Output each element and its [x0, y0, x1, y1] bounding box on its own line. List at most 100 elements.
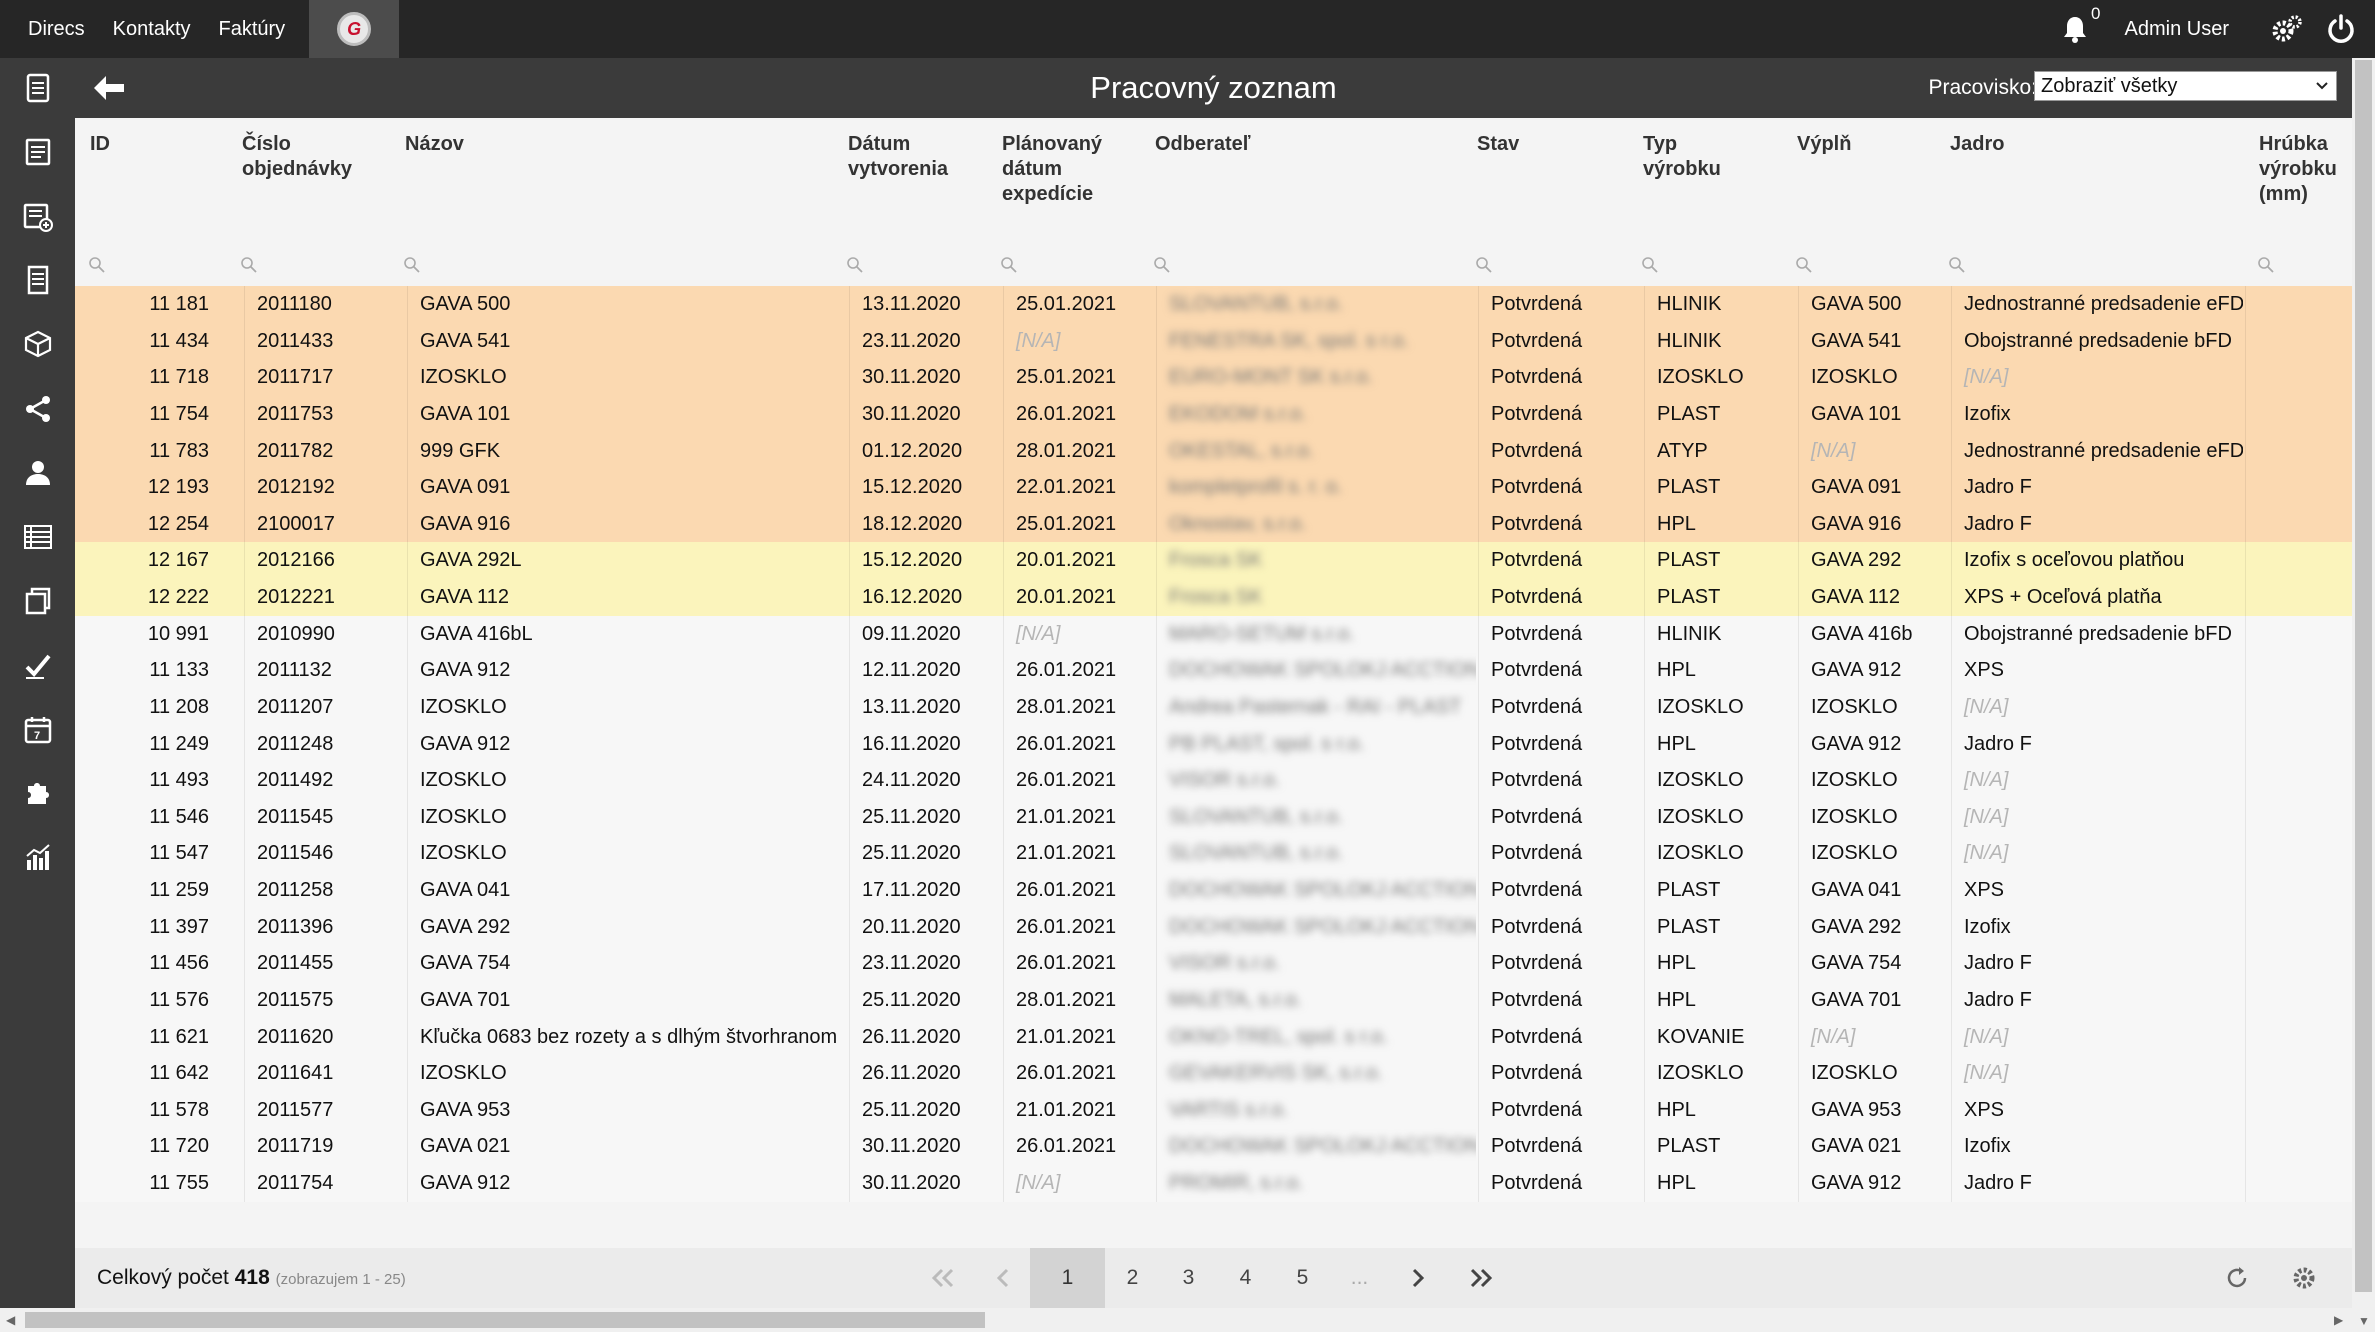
vertical-scrollbar[interactable]: ▼ — [2352, 58, 2375, 1332]
table-row[interactable]: 11 208 2011207 IZOSKLO 13.11.2020 28.01.2021… — [75, 688, 2352, 726]
cell-value: GAVA 091 — [420, 476, 511, 499]
table-settings-button[interactable] — [2279, 1248, 2329, 1308]
gears-icon — [2272, 15, 2302, 42]
table-row[interactable]: 11 181 2011180 GAVA 500 13.11.2020 25.01.202… — [75, 286, 2352, 323]
table-row[interactable]: 11 259 2011258 GAVA 041 17.11.2020 26.01.202… — [75, 872, 2352, 910]
table-row[interactable]: 11 397 2011396 GAVA 292 20.11.2020 26.01.202… — [75, 908, 2352, 946]
column-filter-search-icon[interactable] — [1475, 256, 1495, 276]
sidebar-item-copy[interactable] — [0, 573, 75, 629]
refresh-button[interactable] — [2212, 1248, 2262, 1308]
column-header[interactable]: Hrúbka výrobku (mm) — [2259, 132, 2337, 207]
back-button[interactable] — [89, 70, 129, 106]
page-3-button[interactable]: 3 — [1160, 1248, 1217, 1308]
table-row[interactable]: 11 493 2011492 IZOSKLO 24.11.2020 26.01.2021… — [75, 762, 2352, 800]
column-filter-search-icon[interactable] — [1795, 256, 1815, 276]
cell-value: 11 397 — [149, 915, 209, 938]
page-2-button[interactable]: 2 — [1105, 1248, 1160, 1308]
column-header[interactable]: Stav — [1477, 132, 1519, 157]
column-filter-search-icon[interactable] — [403, 256, 423, 276]
page-4-button[interactable]: 4 — [1217, 1248, 1274, 1308]
scroll-down-arrow-icon[interactable]: ▼ — [2358, 1314, 2370, 1328]
first-page-button[interactable] — [913, 1248, 973, 1308]
page-5-button[interactable]: 5 — [1274, 1248, 1331, 1308]
column-filter-search-icon[interactable] — [1948, 256, 1968, 276]
column-header[interactable]: Typ výrobku — [1643, 132, 1721, 182]
nav-kontakty[interactable]: Kontakty — [99, 0, 205, 58]
workspace-select[interactable]: Zobraziť všetky — [2034, 71, 2337, 101]
column-header[interactable]: Dátum vytvorenia — [848, 132, 948, 182]
table-row[interactable]: 10 991 2010990 GAVA 416bL 09.11.2020 [N/A] MA… — [75, 615, 2352, 653]
table-row[interactable]: 11 456 2011455 GAVA 754 23.11.2020 26.01.202… — [75, 945, 2352, 983]
table-row[interactable]: 11 434 2011433 GAVA 541 23.11.2020 [N/A] FENE… — [75, 322, 2352, 360]
cell-value: Potvrdená — [1491, 1135, 1583, 1158]
table-row[interactable]: 12 222 2012221 GAVA 112 16.12.2020 20.01.202… — [75, 579, 2352, 617]
column-header[interactable]: Plánovaný dátum expedície — [1002, 132, 1102, 207]
cell-order: 2011248 — [244, 725, 404, 763]
column-header[interactable]: Číslo objednávky — [242, 132, 352, 182]
column-filter-search-icon[interactable] — [240, 256, 260, 276]
table-row[interactable]: 12 167 2012166 GAVA 292L 15.12.2020 20.01.20… — [75, 542, 2352, 580]
vertical-scrollbar-thumb[interactable] — [2355, 60, 2372, 1292]
column-filter-search-icon[interactable] — [88, 256, 108, 276]
cell-type: HPL — [1644, 652, 1796, 690]
column-filter-search-icon[interactable] — [846, 256, 866, 276]
sidebar-item-document[interactable] — [0, 60, 75, 116]
table-row[interactable]: 11 621 2011620 Kľučka 0683 bez rozety a s … — [75, 1018, 2352, 1056]
sidebar-item-user[interactable] — [0, 445, 75, 501]
table-row[interactable]: 11 755 2011754 GAVA 912 30.11.2020 [N/A] PROM… — [75, 1165, 2352, 1203]
column-filter-search-icon[interactable] — [1153, 256, 1173, 276]
column-header[interactable]: Jadro — [1950, 132, 2004, 157]
table-row[interactable]: 11 133 2011132 GAVA 912 12.11.2020 26.01.202… — [75, 652, 2352, 690]
cell-status: Potvrdená — [1478, 688, 1643, 726]
sidebar-item-share[interactable] — [0, 381, 75, 437]
column-header[interactable]: Výplň — [1797, 132, 1851, 157]
sidebar-item-chart[interactable] — [0, 830, 75, 886]
scroll-left-arrow-icon[interactable]: ◀ — [6, 1313, 15, 1327]
column-filter-search-icon[interactable] — [1641, 256, 1661, 276]
table-row[interactable]: 11 546 2011545 IZOSKLO 25.11.2020 21.01.2021… — [75, 798, 2352, 836]
next-page-button[interactable] — [1388, 1248, 1448, 1308]
column-header[interactable]: Odberateľ — [1155, 132, 1251, 157]
table-row[interactable]: 11 720 2011719 GAVA 021 30.11.2020 26.01.202… — [75, 1128, 2352, 1166]
column-filter-search-icon[interactable] — [2257, 256, 2277, 276]
table-row[interactable]: 11 547 2011546 IZOSKLO 25.11.2020 21.01.2021… — [75, 835, 2352, 873]
table-row[interactable]: 12 254 2100017 GAVA 916 18.12.2020 25.01.202… — [75, 505, 2352, 543]
column-header[interactable]: ID — [90, 132, 110, 157]
prev-page-button[interactable] — [973, 1248, 1033, 1308]
cell-name: GAVA 091 — [407, 469, 847, 507]
sidebar-item-notes[interactable] — [0, 252, 75, 308]
column-filter-search-icon[interactable] — [1000, 256, 1020, 276]
more-pages-button[interactable]: ... — [1331, 1248, 1388, 1308]
column-header[interactable]: Názov — [405, 132, 464, 157]
horizontal-scrollbar[interactable]: ◀ ▶ — [0, 1308, 2352, 1332]
scroll-right-arrow-icon[interactable]: ▶ — [2334, 1313, 2343, 1327]
table-row[interactable]: 12 193 2012192 GAVA 091 15.12.2020 22.01.202… — [75, 469, 2352, 507]
nav-faktury[interactable]: Faktúry — [205, 0, 300, 58]
user-name[interactable]: Admin User — [2125, 18, 2229, 41]
table-row[interactable]: 11 578 2011577 GAVA 953 25.11.2020 21.01.202… — [75, 1091, 2352, 1129]
sidebar-item-list-document[interactable] — [0, 124, 75, 180]
table-row[interactable]: 11 642 2011641 IZOSKLO 26.11.2020 26.01.2021… — [75, 1055, 2352, 1093]
table-row[interactable]: 11 783 2011782 999 GFK 01.12.2020 28.01.2021… — [75, 432, 2352, 470]
nav-direcs[interactable]: Direcs — [0, 0, 99, 58]
logo-tab[interactable]: G — [309, 0, 400, 58]
sidebar-item-check[interactable] — [0, 638, 75, 694]
table-row[interactable]: 11 718 2011717 IZOSKLO 30.11.2020 25.01.2021… — [75, 359, 2352, 397]
add-list-icon — [23, 203, 53, 232]
table-row[interactable]: 11 754 2011753 GAVA 101 30.11.2020 26.01.202… — [75, 395, 2352, 433]
notifications-button[interactable]: 0 — [2055, 0, 2101, 58]
table-row[interactable]: 11 576 2011575 GAVA 701 25.11.2020 28.01.202… — [75, 981, 2352, 1019]
cell-value: 26.01.2021 — [1016, 732, 1117, 755]
logout-button[interactable] — [2321, 0, 2361, 58]
last-page-button[interactable] — [1448, 1248, 1514, 1308]
table-row[interactable]: 11 249 2011248 GAVA 912 16.11.2020 26.01.202… — [75, 725, 2352, 763]
sidebar-item-puzzle[interactable] — [0, 766, 75, 822]
settings-button[interactable] — [2267, 0, 2307, 58]
page-1-button[interactable]: 1 — [1030, 1248, 1105, 1308]
sidebar-item-calendar[interactable]: 7 — [0, 702, 75, 758]
sidebar-item-add-list[interactable] — [0, 189, 75, 245]
cell-value: GAVA 292 — [420, 915, 511, 938]
sidebar-item-box[interactable] — [0, 316, 75, 372]
sidebar-item-table[interactable] — [0, 509, 75, 565]
horizontal-scrollbar-thumb[interactable] — [25, 1312, 985, 1328]
